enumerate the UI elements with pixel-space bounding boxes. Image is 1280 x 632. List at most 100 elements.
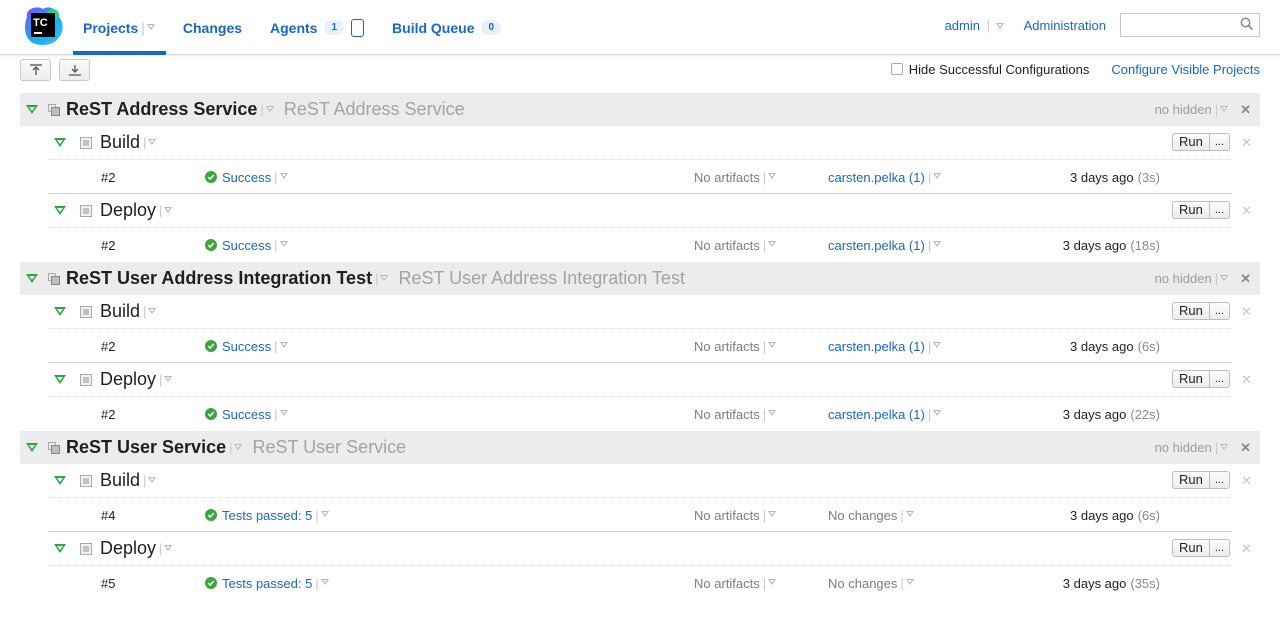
chevron-down-icon[interactable] <box>905 511 914 517</box>
chevron-down-icon[interactable] <box>768 511 777 517</box>
chevron-down-icon[interactable] <box>933 241 942 247</box>
hide-successful-checkbox[interactable] <box>890 63 903 75</box>
user-menu[interactable]: admin | <box>945 18 1004 33</box>
build-number[interactable]: #2 <box>101 329 115 363</box>
build-type-name[interactable]: Build <box>100 470 140 491</box>
run-button[interactable]: Run <box>1171 539 1210 557</box>
hide-build-type-close-icon[interactable]: ✕ <box>1241 135 1252 151</box>
teamcity-logo[interactable]: TC <box>23 5 65 47</box>
run-custom-button[interactable]: ... <box>1209 201 1230 219</box>
hide-build-type-close-icon[interactable]: ✕ <box>1241 473 1252 489</box>
chevron-down-icon[interactable] <box>279 241 288 247</box>
chevron-down-icon[interactable] <box>768 241 777 247</box>
collapse-triangle-icon[interactable] <box>54 375 66 384</box>
hidden-configs-label[interactable]: no hidden <box>1155 440 1212 455</box>
project-name[interactable]: ReST Address Service <box>66 99 257 120</box>
artifacts-label[interactable]: No artifacts <box>694 508 760 523</box>
run-custom-button[interactable]: ... <box>1209 471 1230 489</box>
build-status-link[interactable]: Success <box>222 238 271 253</box>
build-number[interactable]: #2 <box>101 228 115 262</box>
chevron-down-icon[interactable] <box>1220 443 1229 450</box>
chevron-down-icon[interactable] <box>1220 105 1229 112</box>
run-custom-button[interactable]: ... <box>1209 539 1230 557</box>
chevron-down-icon[interactable] <box>164 206 173 213</box>
chevron-down-icon[interactable] <box>768 579 777 585</box>
chevron-down-icon[interactable] <box>234 443 243 450</box>
chevron-down-icon[interactable] <box>768 173 777 179</box>
build-type-name[interactable]: Deploy <box>100 538 156 559</box>
build-number[interactable]: #5 <box>101 566 115 600</box>
chevron-down-icon[interactable] <box>164 544 173 551</box>
hide-build-type-close-icon[interactable]: ✕ <box>1241 203 1252 219</box>
nav-projects[interactable]: Projects | <box>72 0 166 55</box>
artifacts-label[interactable]: No artifacts <box>694 339 760 354</box>
hide-project-close-icon[interactable]: ✕ <box>1240 440 1251 456</box>
run-custom-button[interactable]: ... <box>1209 133 1230 151</box>
changes-label[interactable]: carsten.pelka (1) <box>828 407 925 422</box>
chevron-down-icon[interactable] <box>768 342 777 348</box>
build-status-link[interactable]: Success <box>222 407 271 422</box>
collapse-triangle-icon[interactable] <box>26 274 38 283</box>
hide-project-close-icon[interactable]: ✕ <box>1240 271 1251 287</box>
build-type-name[interactable]: Build <box>100 132 140 153</box>
hidden-configs-label[interactable]: no hidden <box>1155 271 1212 286</box>
build-type-name[interactable]: Build <box>100 301 140 322</box>
build-number[interactable]: #2 <box>101 397 115 431</box>
chevron-down-icon[interactable] <box>146 23 155 30</box>
chevron-down-icon[interactable] <box>148 476 157 483</box>
changes-label[interactable]: No changes <box>828 576 897 591</box>
changes-label[interactable]: carsten.pelka (1) <box>828 170 925 185</box>
run-button[interactable]: Run <box>1171 370 1210 388</box>
run-button[interactable]: Run <box>1171 471 1210 489</box>
configure-visible-projects-link[interactable]: Configure Visible Projects <box>1111 62 1260 77</box>
chevron-down-icon[interactable] <box>933 173 942 179</box>
nav-agents[interactable]: Agents 1 <box>259 0 375 55</box>
collapse-all-button[interactable] <box>20 59 51 81</box>
artifacts-label[interactable]: No artifacts <box>694 576 760 591</box>
build-type-name[interactable]: Deploy <box>100 369 156 390</box>
build-type-name[interactable]: Deploy <box>100 200 156 221</box>
run-custom-button[interactable]: ... <box>1209 370 1230 388</box>
build-status-link[interactable]: Tests passed: 5 <box>222 576 312 591</box>
expand-all-button[interactable] <box>59 59 90 81</box>
changes-label[interactable]: carsten.pelka (1) <box>828 238 925 253</box>
hide-project-close-icon[interactable]: ✕ <box>1240 102 1251 118</box>
collapse-triangle-icon[interactable] <box>26 443 38 452</box>
collapse-triangle-icon[interactable] <box>54 544 66 553</box>
chevron-down-icon[interactable] <box>265 105 274 112</box>
chevron-down-icon[interactable] <box>279 173 288 179</box>
build-number[interactable]: #4 <box>101 498 115 532</box>
build-status-link[interactable]: Tests passed: 5 <box>222 508 312 523</box>
chevron-down-icon[interactable] <box>1220 274 1229 281</box>
collapse-triangle-icon[interactable] <box>54 206 66 215</box>
hide-successful-label[interactable]: Hide Successful Configurations <box>909 62 1090 77</box>
artifacts-label[interactable]: No artifacts <box>694 170 760 185</box>
hide-build-type-close-icon[interactable]: ✕ <box>1241 304 1252 320</box>
chevron-down-icon[interactable] <box>148 138 157 145</box>
chevron-down-icon[interactable] <box>320 579 329 585</box>
changes-label[interactable]: carsten.pelka (1) <box>828 339 925 354</box>
chevron-down-icon[interactable] <box>148 307 157 314</box>
chevron-down-icon[interactable] <box>380 274 389 281</box>
chevron-down-icon[interactable] <box>320 511 329 517</box>
artifacts-label[interactable]: No artifacts <box>694 238 760 253</box>
collapse-triangle-icon[interactable] <box>54 138 66 147</box>
artifacts-label[interactable]: No artifacts <box>694 407 760 422</box>
hide-build-type-close-icon[interactable]: ✕ <box>1241 541 1252 557</box>
nav-changes[interactable]: Changes <box>172 0 253 55</box>
hide-build-type-close-icon[interactable]: ✕ <box>1241 372 1252 388</box>
chevron-down-icon[interactable] <box>905 579 914 585</box>
nav-build-queue[interactable]: Build Queue 0 <box>381 0 512 55</box>
user-link[interactable]: admin <box>945 18 980 33</box>
chevron-down-icon[interactable] <box>933 342 942 348</box>
chevron-down-icon[interactable] <box>164 375 173 382</box>
hidden-configs-label[interactable]: no hidden <box>1155 102 1212 117</box>
search-icon[interactable] <box>1240 17 1254 34</box>
run-custom-button[interactable]: ... <box>1209 302 1230 320</box>
project-name[interactable]: ReST User Address Integration Test <box>66 268 372 289</box>
project-name[interactable]: ReST User Service <box>66 437 226 458</box>
chevron-down-icon[interactable] <box>279 342 288 348</box>
chevron-down-icon[interactable] <box>933 410 942 416</box>
changes-label[interactable]: No changes <box>828 508 897 523</box>
build-status-link[interactable]: Success <box>222 170 271 185</box>
